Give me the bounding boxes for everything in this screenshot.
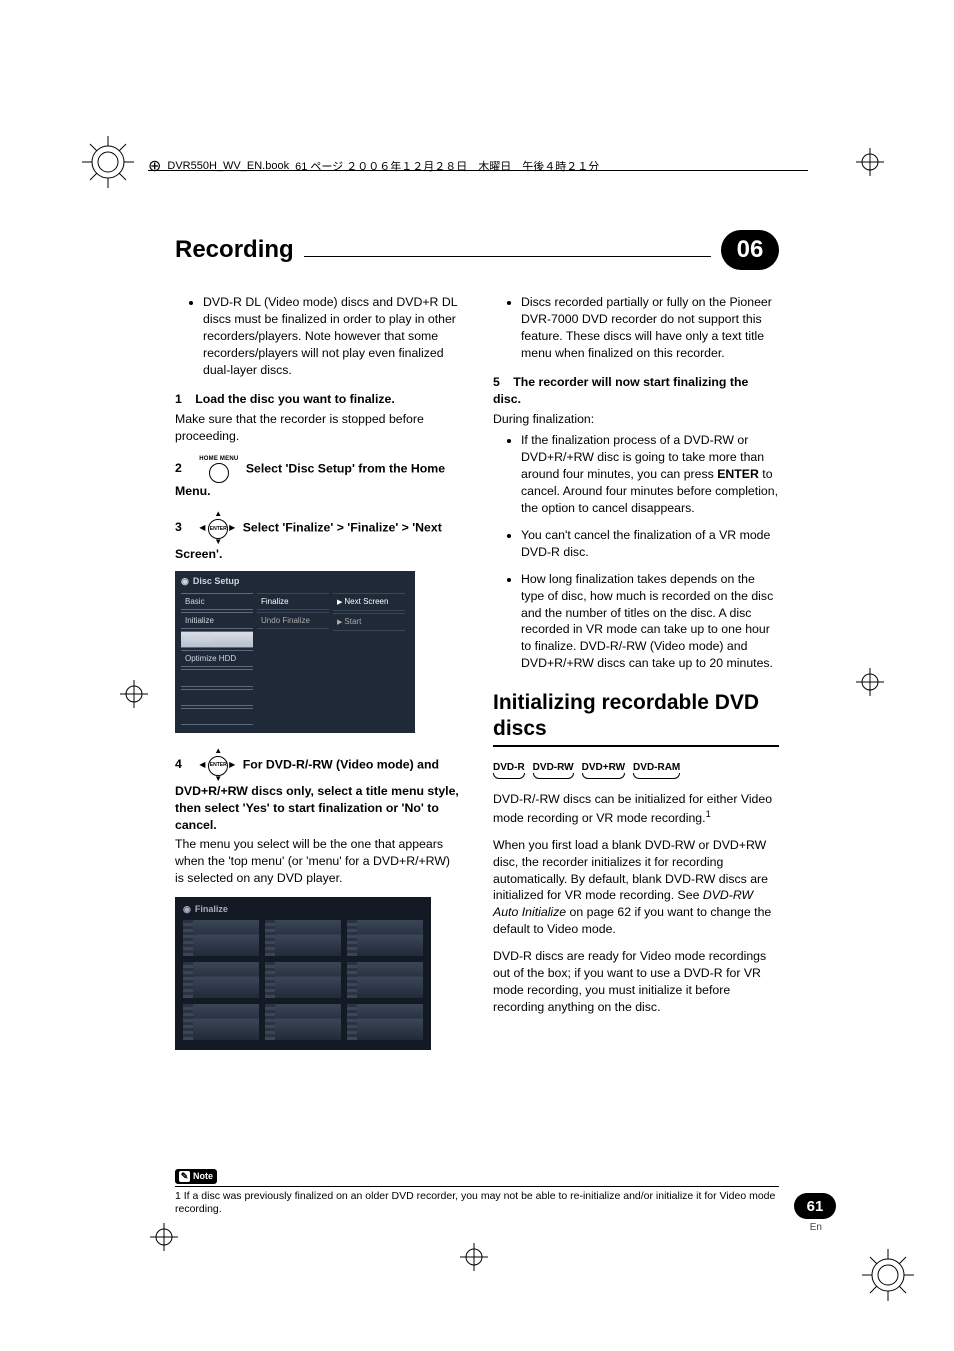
- right-column: Discs recorded partially or fully on the…: [493, 294, 779, 1064]
- content: Recording 06 DVD-R DL (Video mode) discs…: [175, 230, 779, 1064]
- finalization-bullets: If the finalization process of a DVD-RW …: [493, 432, 779, 673]
- step-1: 1 Load the disc you want to finalize.: [175, 391, 461, 408]
- enter-keyword: ENTER: [717, 467, 759, 481]
- disc-setup-screenshot: ◉ Disc Setup Basic Initialize Finalize O…: [175, 571, 415, 733]
- step-1-body: Make sure that the recorder is stopped b…: [175, 411, 461, 445]
- format-badge: DVD+RW: [582, 761, 625, 779]
- menu-item[interactable]: Undo Finalize: [257, 612, 329, 629]
- step-4: 4 ▲▼ ◀▶ ENTER For DVD-R/-RW (Video mode)…: [175, 747, 461, 834]
- init-p3: DVD-R discs are ready for Video mode rec…: [493, 948, 779, 1016]
- note-rule: [175, 1186, 779, 1187]
- top-bullet-list-left: DVD-R DL (Video mode) discs and DVD+R DL…: [175, 294, 461, 379]
- dpad-enter-icon: ▲▼ ◀▶ ENTER: [199, 747, 235, 783]
- menu-item-selected[interactable]: Finalize: [181, 631, 253, 648]
- step-4-body: The menu you select will be the one that…: [175, 836, 461, 887]
- reg-cross-bottom: [460, 1243, 488, 1271]
- disc-setup-title: Disc Setup: [193, 575, 240, 587]
- step-number: 3: [175, 520, 182, 534]
- disc-icon: ◉: [181, 575, 189, 587]
- reg-cross-right: [856, 668, 884, 696]
- disc-setup-panel-1: Basic Initialize Finalize Optimize HDD: [181, 593, 253, 724]
- menu-item[interactable]: Next Screen: [333, 593, 405, 611]
- step-number: 1: [175, 392, 182, 406]
- section-rule: [493, 745, 779, 747]
- step-3: 3 ▲▼ ◀▶ ENTER Select 'Finalize' > 'Final…: [175, 510, 461, 563]
- title-menu-style-thumb[interactable]: [347, 920, 423, 956]
- top-bullet-list-right: Discs recorded partially or fully on the…: [493, 294, 779, 362]
- note-text: 1 If a disc was previously finalized on …: [175, 1190, 779, 1217]
- footnote-area: ✎ Note 1 If a disc was previously finali…: [175, 1166, 779, 1217]
- title-menu-style-thumb[interactable]: [183, 1004, 259, 1040]
- menu-item[interactable]: Optimize HDD: [181, 650, 253, 667]
- menu-item[interactable]: Initialize: [181, 612, 253, 629]
- step-title: Load the disc you want to finalize.: [195, 392, 395, 406]
- step-title: The recorder will now start finalizing t…: [493, 375, 748, 406]
- title-menu-style-thumb[interactable]: [183, 962, 259, 998]
- bullet-item: How long finalization takes depends on t…: [521, 571, 779, 673]
- note-label: Note: [193, 1171, 213, 1181]
- header-rule: [148, 170, 808, 171]
- title-menu-style-thumb[interactable]: [265, 962, 341, 998]
- reg-cross-bl: [150, 1223, 178, 1251]
- header-jp: 61 ページ ２００６年１２月２８日 木曜日 午後４時２１分: [295, 158, 599, 174]
- init-p1: DVD-R/-RW discs can be initialized for e…: [493, 791, 779, 827]
- menu-item-empty: [181, 689, 253, 706]
- page-number: 61: [794, 1193, 836, 1219]
- page-lang: En: [810, 1222, 822, 1233]
- chapter-number: 06: [721, 230, 779, 270]
- step-number: 5: [493, 375, 500, 389]
- finalize-title: Finalize: [195, 903, 228, 915]
- disc-icon: ◉: [183, 903, 191, 915]
- finalize-screenshot: ◉ Finalize: [175, 897, 431, 1049]
- menu-item-empty: [181, 669, 253, 686]
- icon-label: HOME MENU: [199, 455, 238, 463]
- page: ⊕ DVR550H_WV_EN.book 61 ページ ２００６年１２月２８日 …: [0, 0, 954, 1351]
- chapter-title: Recording: [175, 236, 294, 264]
- bullet-item: You can't cancel the finalization of a V…: [521, 527, 779, 561]
- reg-corner-tl: [78, 132, 138, 192]
- reg-cross-left: [120, 680, 148, 708]
- reg-corner-br: [858, 1245, 918, 1305]
- bullet-item: DVD-R DL (Video mode) discs and DVD+R DL…: [203, 294, 461, 379]
- menu-item[interactable]: Finalize: [257, 593, 329, 610]
- title-menu-style-thumb[interactable]: [347, 1004, 423, 1040]
- init-heading: Initializing recordable DVD discs: [493, 690, 779, 740]
- columns: DVD-R DL (Video mode) discs and DVD+R DL…: [175, 294, 779, 1064]
- bullet-item: Discs recorded partially or fully on the…: [521, 294, 779, 362]
- menu-item[interactable]: Start: [333, 613, 405, 631]
- note-tag: ✎ Note: [175, 1169, 217, 1184]
- step-number: 2: [175, 461, 182, 475]
- menu-item[interactable]: Basic: [181, 593, 253, 610]
- dpad-enter-icon: ▲▼ ◀▶ ENTER: [199, 510, 235, 546]
- title-menu-style-thumb[interactable]: [265, 1004, 341, 1040]
- chapter-header: Recording 06: [175, 230, 779, 270]
- title-menu-style-thumb[interactable]: [265, 920, 341, 956]
- format-badge: DVD-RAM: [633, 761, 680, 779]
- step-number: 4: [175, 757, 182, 771]
- disc-setup-panel-2: Finalize Undo Finalize: [257, 593, 329, 724]
- running-header: ⊕ DVR550H_WV_EN.book 61 ページ ２００６年１２月２８日 …: [148, 156, 599, 176]
- footnote-ref: 1: [706, 809, 711, 819]
- home-menu-button-icon: HOME MENU: [199, 455, 238, 483]
- pencil-icon: ✎: [179, 1171, 190, 1182]
- reg-cross-tr: [856, 148, 884, 176]
- menu-item-empty: [181, 708, 253, 725]
- step-5-body: During finalization:: [493, 411, 779, 428]
- disc-setup-panel-3: Next Screen Start: [333, 593, 405, 724]
- title-menu-style-thumb[interactable]: [347, 962, 423, 998]
- format-badge: DVD-RW: [533, 761, 574, 779]
- bullet-item: If the finalization process of a DVD-RW …: [521, 432, 779, 517]
- step-2: 2 HOME MENU Select 'Disc Setup' from the…: [175, 455, 461, 500]
- title-menu-style-thumb[interactable]: [183, 920, 259, 956]
- init-p2: When you first load a blank DVD-RW or DV…: [493, 837, 779, 939]
- format-badges: DVD-R DVD-RW DVD+RW DVD-RAM: [493, 761, 779, 779]
- step-5: 5 The recorder will now start finalizing…: [493, 374, 779, 408]
- chapter-rule: [304, 256, 711, 257]
- left-column: DVD-R DL (Video mode) discs and DVD+R DL…: [175, 294, 461, 1064]
- format-badge: DVD-R: [493, 761, 525, 779]
- phi-icon: ⊕: [148, 156, 161, 176]
